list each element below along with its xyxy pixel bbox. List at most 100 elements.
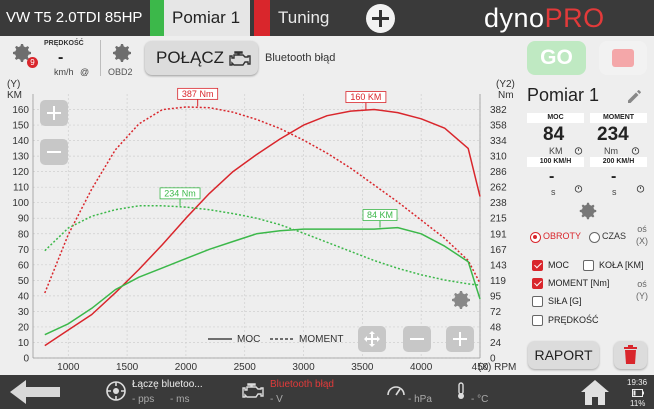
y1-axis-top-label: (Y) [7, 79, 20, 90]
y1-tick-label: 30 [18, 307, 30, 318]
checkbox-sila-label[interactable]: SIŁA [G] [548, 296, 582, 306]
bluetooth-connecting-text: Łączę bluetoo... [132, 379, 203, 390]
logo-part1: dyno [484, 3, 545, 33]
checkbox-kola[interactable] [583, 260, 594, 271]
minus-icon [47, 151, 61, 153]
tab-pomiar-1[interactable]: Pomiar 1 [164, 0, 250, 36]
connect-button[interactable]: POŁĄCZ [145, 41, 258, 75]
header-divider [100, 40, 101, 76]
zoom-in-button[interactable] [40, 100, 68, 126]
y1-axis-unit-label: KM [7, 90, 22, 101]
acc-100-unit: s [551, 187, 556, 197]
x-tick-label: 3500 [351, 362, 374, 373]
y2-tick-label: 72 [490, 307, 502, 318]
chart-minus-button[interactable] [403, 326, 431, 352]
x-tick-label: 2000 [175, 362, 198, 373]
plus-icon [47, 106, 61, 120]
checkbox-kola-label[interactable]: KOŁA [KM] [599, 260, 644, 270]
bluetooth-status: Bluetooth błąd [265, 52, 336, 64]
trash-icon [624, 345, 637, 364]
stopwatch-icon [574, 147, 583, 155]
pan-button[interactable] [358, 326, 386, 352]
y2-tick-label: 24 [490, 338, 502, 349]
chart-grid [32, 94, 481, 359]
y1-tick-label: 0 [23, 354, 29, 365]
car-name: VW T5 2.0TDI 85HP [6, 9, 143, 26]
delete-button[interactable] [614, 341, 647, 369]
back-arrow-icon[interactable] [6, 378, 64, 406]
checkbox-moment-label[interactable]: MOMENT [Nm] [548, 278, 609, 288]
battery-icon [632, 389, 644, 397]
y2-tick-label: 310 [490, 152, 507, 163]
checkbox-moc-label[interactable]: MOC [548, 260, 569, 270]
engine-status-icon [242, 383, 264, 398]
radio-czas-label[interactable]: CZAS [602, 231, 626, 241]
edit-pencil-icon[interactable] [625, 86, 645, 106]
stop-icon [612, 49, 634, 67]
checkbox-predkosc[interactable] [532, 315, 543, 326]
acc-100-value: - [549, 168, 555, 185]
x-axis-unit-label: (X) RPM [478, 362, 516, 373]
y1-tick-label: 10 [18, 338, 30, 349]
app-logo: dynoPRO [484, 3, 605, 34]
x-tick-label: 2500 [234, 362, 257, 373]
y1-tick-label: 100 [12, 198, 29, 209]
add-tab-button[interactable] [366, 4, 395, 33]
y2-tick-label: 215 [490, 214, 507, 225]
ms-value: - ms [170, 394, 190, 405]
checkbox-moment[interactable] [532, 278, 543, 289]
checkbox-moc[interactable] [532, 260, 543, 271]
acc-200-header: 200 KM/H [590, 157, 647, 167]
annotation-label: 387 Nm [182, 89, 214, 99]
top-bar: VW T5 2.0TDI 85HP Pomiar 1 Tuning dynoPR… [0, 0, 654, 36]
plus-icon [372, 10, 389, 27]
results-panel: Pomiar 1 MOC MOMENT 84 234 KM Nm 100 KM/… [527, 80, 654, 375]
y1-axis-ticks: 0 10 20 30 40 50 60 70 80 90 100 110 120 130 140 150 160 [12, 105, 29, 364]
obd-settings-gear-icon[interactable] [110, 41, 134, 65]
y2-tick-label: 143 [490, 260, 507, 271]
tab-label: Pomiar 1 [172, 8, 241, 27]
tab-accent-tuning [254, 0, 270, 36]
thermometer-icon [458, 382, 464, 399]
report-button[interactable]: RAPORT [528, 341, 599, 369]
annotation-label: 160 KM [350, 92, 381, 102]
y1-tick-label: 90 [18, 214, 30, 225]
y2-tick-label: 191 [490, 229, 507, 240]
run-title: Pomiar 1 [527, 85, 600, 105]
chart-plus-button[interactable] [446, 326, 474, 352]
series-line-moc-0 [44, 108, 481, 347]
y1-tick-label: 20 [18, 322, 30, 333]
legend-moc: MOC [237, 334, 260, 345]
tab-tuning[interactable]: Tuning [278, 8, 329, 28]
speed-label: PRĘDKOŚĆ [44, 40, 84, 47]
stop-button[interactable] [599, 41, 647, 75]
system-clock: 19:36 [627, 378, 648, 387]
zoom-out-button[interactable] [40, 139, 68, 165]
home-icon[interactable] [578, 377, 612, 407]
y2-tick-label: 382 [490, 105, 507, 116]
chart-settings-gear-icon[interactable] [449, 288, 473, 312]
checkbox-sila[interactable] [532, 296, 543, 307]
chart-legend: MOC MOMENT [208, 334, 343, 345]
y1-tick-label: 40 [18, 291, 30, 302]
pressure-gauge-icon [387, 386, 405, 396]
plus-icon [453, 332, 467, 346]
x-axis-selector-label: oś (X) [636, 224, 648, 246]
pps-value: - pps [132, 394, 155, 405]
acc-200-value: - [611, 168, 617, 185]
y1-tick-label: 110 [13, 183, 29, 194]
go-button[interactable]: GO [527, 41, 586, 75]
legend-moment: MOMENT [299, 334, 343, 345]
panel-settings-gear-icon[interactable] [577, 200, 599, 222]
y2-tick-label: 119 [490, 276, 506, 287]
x-tick-label: 1000 [57, 362, 80, 373]
x-tick-label: 4000 [410, 362, 433, 373]
radio-obroty[interactable] [530, 232, 541, 243]
radio-obroty-label[interactable]: OBROTY [543, 231, 581, 241]
checkbox-predkosc-label[interactable]: PRĘDKOŚĆ [548, 315, 599, 325]
series-line-moment-3 [44, 205, 481, 286]
chart-series [44, 106, 481, 347]
y1-tick-label: 60 [18, 260, 30, 271]
moc-value: 84 [543, 124, 565, 145]
radio-czas[interactable] [589, 232, 600, 243]
